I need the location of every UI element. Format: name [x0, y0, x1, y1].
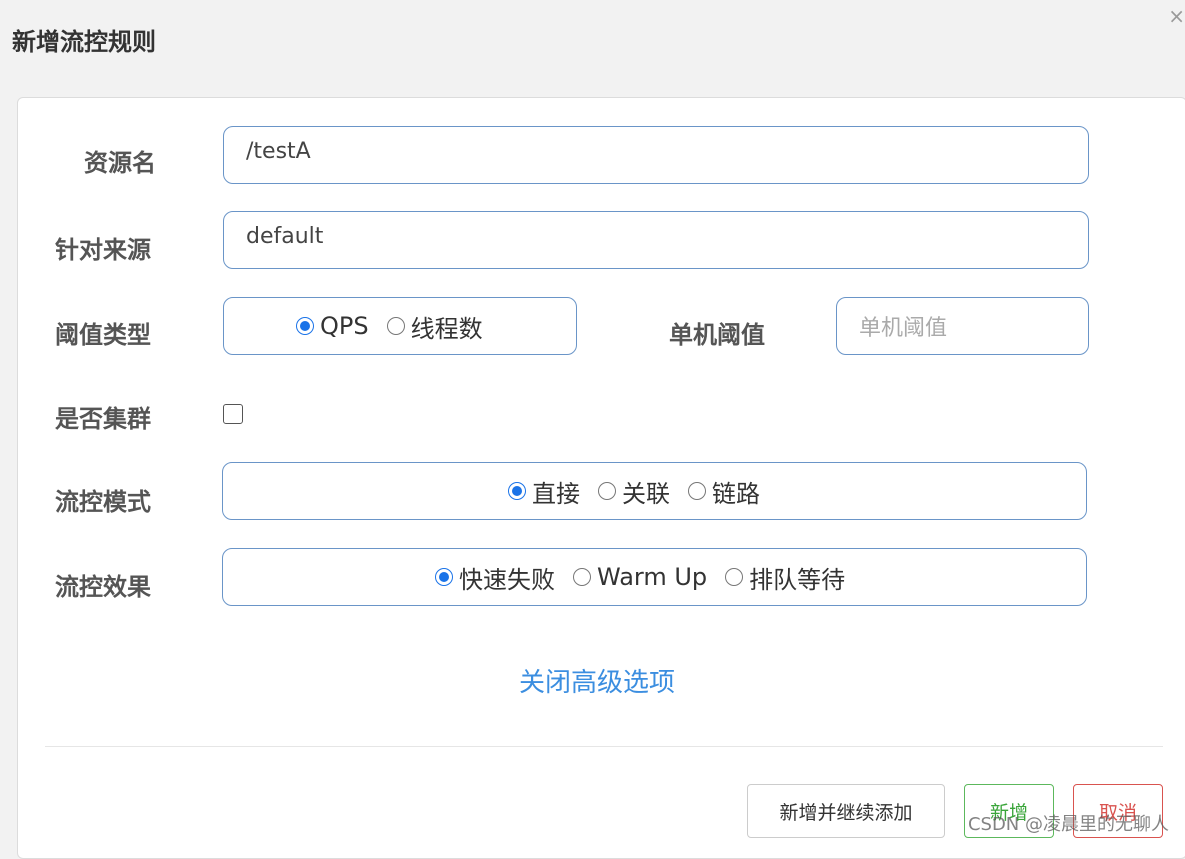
dialog-title: 新增流控规则: [12, 28, 156, 56]
threshold-type-label: 阈值类型: [55, 321, 151, 349]
resource-label: 资源名: [84, 149, 156, 177]
radio-chain[interactable]: 链路: [688, 474, 760, 509]
threshold-label: 单机阈值: [669, 321, 765, 349]
cluster-label: 是否集群: [55, 405, 151, 433]
radio-relate-dot[interactable]: [598, 482, 616, 500]
radio-qps-dot[interactable]: [296, 317, 314, 335]
strategy-label: 流控模式: [55, 488, 151, 516]
add-and-continue-button[interactable]: 新增并继续添加: [747, 784, 945, 838]
radio-relate[interactable]: 关联: [598, 474, 670, 509]
radio-chain-label: 链路: [712, 479, 760, 508]
footer-divider: [45, 746, 1163, 747]
radio-queue[interactable]: 排队等待: [725, 560, 845, 595]
radio-thread-count[interactable]: 线程数: [386, 309, 483, 344]
radio-direct-label: 直接: [532, 479, 580, 508]
limit-app-input[interactable]: default: [223, 211, 1089, 269]
limit-app-label: 针对来源: [55, 236, 151, 264]
limit-app-input-value: default: [246, 224, 324, 249]
threshold-type-group: QPS 线程数: [223, 297, 577, 355]
radio-warm-up-label: Warm Up: [597, 563, 708, 591]
close-icon[interactable]: ×: [1168, 4, 1185, 28]
control-behavior-label: 流控效果: [55, 573, 151, 601]
resource-input[interactable]: /testA: [223, 126, 1089, 184]
radio-fast-fail-label: 快速失败: [459, 565, 555, 594]
radio-direct-dot[interactable]: [508, 482, 526, 500]
radio-chain-dot[interactable]: [688, 482, 706, 500]
radio-thread-count-label: 线程数: [410, 314, 483, 343]
threshold-input-placeholder: 单机阈值: [859, 316, 948, 341]
control-behavior-group: 快速失败 Warm Up 排队等待: [222, 548, 1087, 606]
radio-direct[interactable]: 直接: [508, 474, 580, 509]
radio-warm-up-dot[interactable]: [573, 568, 591, 586]
resource-input-value: /testA: [246, 139, 311, 164]
radio-queue-label: 排队等待: [749, 565, 846, 594]
radio-thread-count-dot[interactable]: [386, 317, 405, 335]
radio-warm-up[interactable]: Warm Up: [573, 563, 707, 591]
radio-fast-fail-dot[interactable]: [435, 568, 453, 586]
threshold-input[interactable]: 单机阈值: [836, 297, 1089, 355]
strategy-group: 直接 关联 链路: [222, 462, 1087, 520]
radio-queue-dot[interactable]: [725, 568, 744, 586]
radio-qps[interactable]: QPS: [296, 312, 369, 340]
advanced-options-toggle[interactable]: 关闭高级选项: [519, 662, 675, 699]
watermark: CSDN @凌晨里的无聊人: [967, 814, 1169, 835]
radio-fast-fail[interactable]: 快速失败: [435, 560, 555, 595]
cluster-checkbox[interactable]: [223, 404, 243, 424]
radio-qps-label: QPS: [320, 312, 369, 340]
radio-relate-label: 关联: [622, 479, 670, 508]
